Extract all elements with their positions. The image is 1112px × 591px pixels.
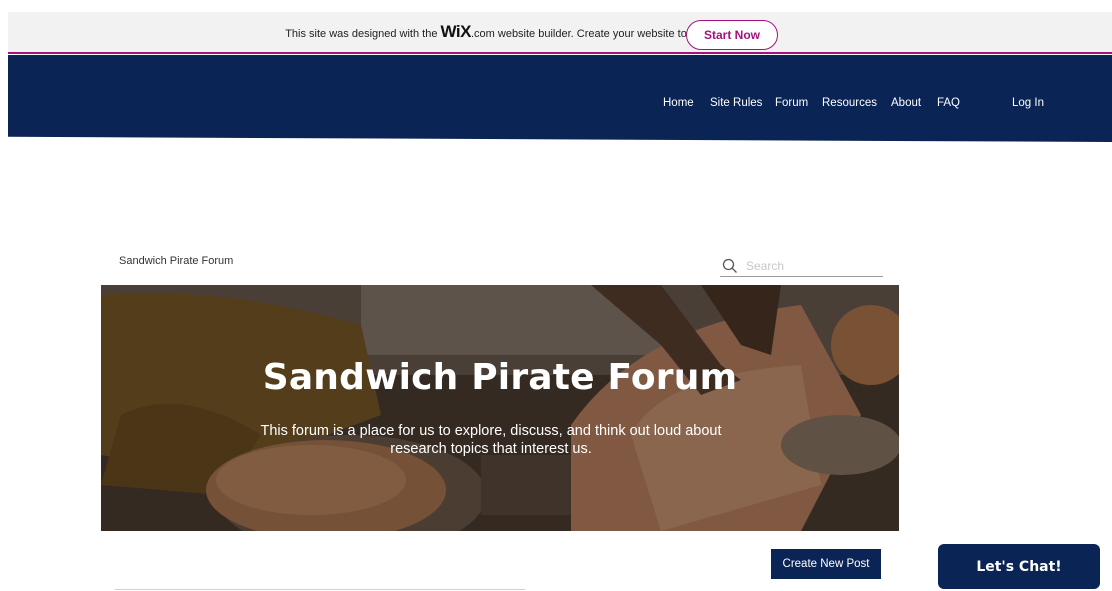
hero-subtitle: This forum is a place for us to explore,… [241,422,741,458]
hero-title: Sandwich Pirate Forum [262,357,738,398]
create-new-post-button[interactable]: Create New Post [771,549,881,579]
nav-faq[interactable]: FAQ [937,97,960,109]
wix-logo: WiX [440,22,472,41]
hero-subtitle-line-2: research topics that interest us. [390,441,592,457]
search-icon[interactable] [720,256,740,276]
content-divider [115,589,525,590]
lets-chat-button[interactable]: Let's Chat! [938,544,1100,589]
wix-text-before: This site was designed with the [285,28,438,40]
wix-promo-banner: This site was designed with the WiX.com … [8,12,1112,54]
nav-site-rules[interactable]: Site Rules [710,97,762,109]
nav-about[interactable]: About [891,97,921,109]
hero-subtitle-line-1: This forum is a place for us to explore,… [260,423,722,439]
forum-search [720,255,883,277]
hero-dark-overlay [101,285,899,531]
wix-text-after: .com website builder. Create your websit… [470,28,707,40]
forum-hero-banner: Sandwich Pirate Forum This forum is a pl… [101,285,899,531]
search-input[interactable] [746,258,876,273]
nav-resources[interactable]: Resources [822,97,877,109]
login-link[interactable]: Log In [1012,97,1044,109]
nav-forum[interactable]: Forum [775,97,808,109]
start-now-button[interactable]: Start Now [686,20,778,50]
wix-promo-text: This site was designed with the WiX.com … [285,22,707,42]
nav-home[interactable]: Home [663,97,694,109]
forum-breadcrumb[interactable]: Sandwich Pirate Forum [119,255,233,267]
